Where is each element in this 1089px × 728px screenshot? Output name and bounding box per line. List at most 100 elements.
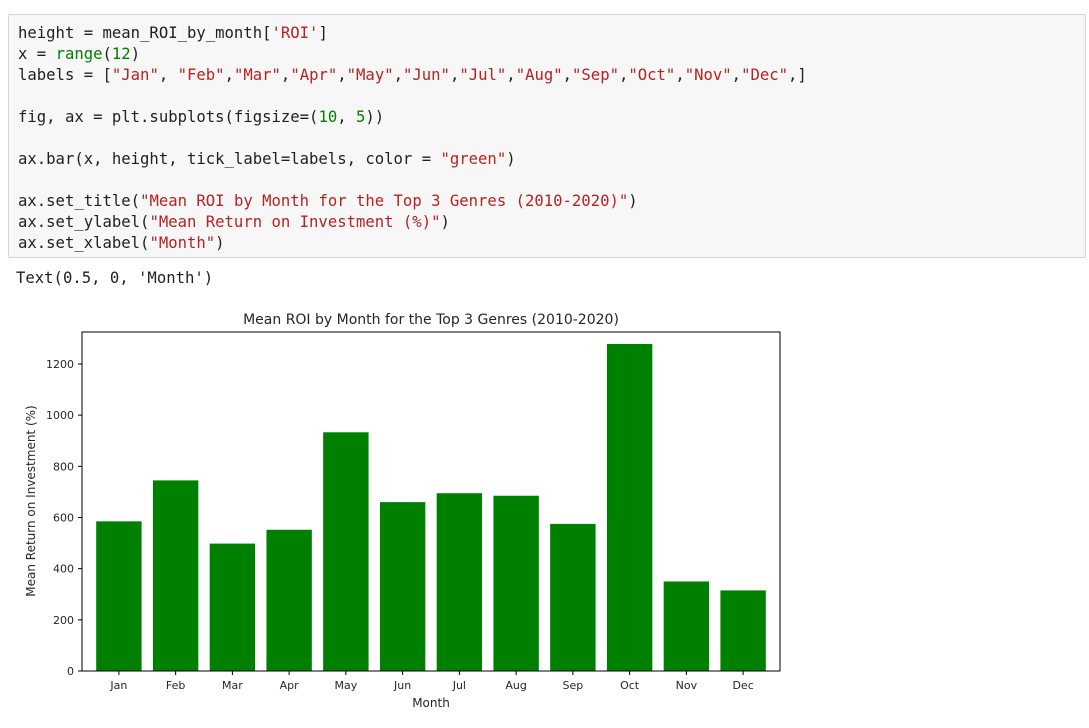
x-tick-label: Feb (166, 679, 185, 692)
code-token: "Aug" (515, 66, 563, 84)
code-token: ax.set_ylabel( (18, 213, 150, 231)
y-axis-label: Mean Return on Investment (%) (24, 405, 38, 596)
y-tick-label: 400 (53, 563, 74, 576)
code-token: "Feb" (177, 66, 225, 84)
code-line: fig, ax = plt.subplots(figsize=(10, 5)) (18, 107, 807, 128)
bar-jan (96, 521, 142, 671)
code-token: ax.set_title( (18, 192, 141, 210)
x-tick-label: Jan (109, 679, 127, 692)
code-token: ) (130, 45, 141, 63)
code-token: "Jul" (459, 66, 507, 84)
code-token: "Mean Return on Investment (%)" (149, 213, 441, 231)
x-tick-label: Jul (452, 679, 466, 692)
code-token: labels = [ (18, 66, 112, 84)
y-tick-label: 200 (53, 614, 74, 627)
code-line: ax.set_ylabel("Mean Return on Investment… (18, 212, 807, 233)
code-token: ax.set_xlabel( (18, 234, 150, 252)
code-token: , (562, 66, 573, 84)
code-line: labels = ["Jan", "Feb","Mar","Apr","May"… (18, 65, 807, 86)
code-token: range (55, 45, 103, 63)
bar-may (323, 432, 369, 671)
code-token: , (675, 66, 685, 84)
code-token: "Mean ROI by Month for the Top 3 Genres … (140, 192, 629, 210)
code-token: x = (18, 45, 56, 63)
code-token: "Mar" (233, 66, 281, 84)
code-token: 10 (318, 108, 338, 126)
code-token: fig, ax = plt.subplots(figsize=( (18, 108, 319, 126)
code-token: "Oct" (628, 66, 676, 84)
x-tick-label: Apr (280, 679, 300, 692)
code-editor[interactable]: height = mean_ROI_by_month['ROI'] x = ran… (18, 23, 807, 254)
x-tick-label: Sep (563, 679, 584, 692)
code-token: "Nov" (684, 66, 732, 84)
code-token: ax.bar(x, height, tick_label=labels, col… (18, 150, 441, 168)
code-token: , (337, 66, 347, 84)
x-tick-label: Dec (732, 679, 753, 692)
bar-oct (606, 344, 653, 671)
chart-output: Mean ROI by Month for the Top 3 Genres (… (0, 300, 800, 724)
x-tick-label: Oct (620, 679, 640, 692)
code-token: , (618, 66, 629, 84)
bars-group (96, 344, 766, 671)
x-tick-label: Jun (393, 679, 411, 692)
code-token: "Apr" (290, 66, 338, 84)
bar-apr (266, 529, 312, 671)
code-token: "Dec" (741, 66, 789, 84)
bar-chart: Mean ROI by Month for the Top 3 Genres (… (24, 312, 781, 710)
code-token: "Sep" (572, 66, 619, 84)
y-tick-label: 800 (53, 460, 74, 473)
code-token: "May" (346, 66, 394, 84)
code-line: x = range(12) (18, 44, 807, 65)
code-token: "Jan" (111, 66, 159, 84)
code-token: ,] (788, 66, 807, 84)
y-tick-label: 600 (53, 511, 74, 524)
code-token: )) (365, 108, 385, 126)
bar-jun (379, 502, 426, 671)
bar-jul (436, 493, 483, 671)
y-tick-label: 1200 (46, 358, 74, 371)
code-token: ) (440, 213, 450, 231)
code-token: ) (506, 150, 516, 168)
code-token: , (393, 66, 403, 84)
code-token: "Month" (149, 234, 216, 252)
y-tick-label: 0 (67, 665, 74, 678)
code-token: , (337, 108, 356, 126)
x-ticks-group: Jan Feb Mar Apr May Jun Jul Aug Sep Oct Nov Dec (109, 671, 754, 692)
code-token: "green" (440, 150, 507, 168)
code-token: 5 (356, 108, 366, 126)
x-tick-label: Aug (505, 679, 526, 692)
bar-dec (720, 590, 766, 671)
code-line: ax.set_title("Mean ROI by Month for the … (18, 191, 807, 212)
code-token: "Jun" (403, 66, 450, 84)
code-token: ) (628, 192, 638, 210)
code-token: 'ROI' (271, 24, 319, 42)
chart-title: Mean ROI by Month for the Top 3 Genres (… (243, 312, 619, 328)
code-token: ) (215, 234, 225, 252)
y-ticks-group: 0 200 400 600 800 1000 1200 (46, 358, 82, 678)
code-line: ax.bar(x, height, tick_label=labels, col… (18, 149, 807, 170)
bar-aug (493, 495, 539, 671)
bar-mar (209, 543, 256, 671)
x-tick-label: Mar (222, 679, 243, 692)
code-token: , (224, 66, 234, 84)
code-token: 12 (111, 45, 131, 63)
code-token: , (280, 66, 291, 84)
bar-nov (663, 581, 710, 671)
code-line: height = mean_ROI_by_month['ROI'] (18, 23, 807, 44)
code-line: ax.set_xlabel("Month") (18, 233, 807, 254)
y-tick-label: 1000 (46, 409, 74, 422)
code-token: ] (318, 24, 328, 42)
x-tick-label: Nov (676, 679, 698, 692)
x-tick-label: May (335, 679, 358, 692)
code-token: , (731, 66, 742, 84)
code-token: , (506, 66, 516, 84)
code-cell[interactable]: height = mean_ROI_by_month['ROI'] x = ran… (8, 14, 1086, 258)
code-token: height = mean_ROI_by_month[ (18, 24, 272, 42)
code-token: ( (102, 45, 112, 63)
code-token: , (449, 66, 460, 84)
bar-sep (550, 523, 596, 671)
code-token: , (158, 66, 178, 84)
